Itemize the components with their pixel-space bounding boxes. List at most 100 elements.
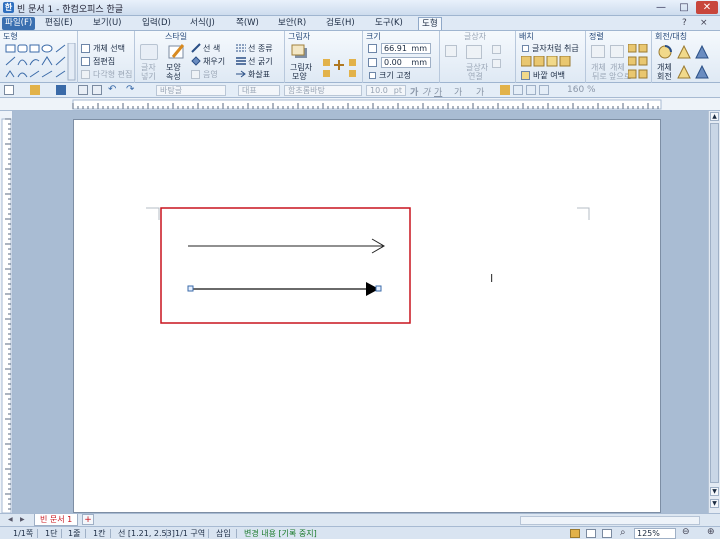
- vertical-ruler[interactable]: [0, 111, 13, 514]
- text-cursor: I: [490, 272, 494, 285]
- selection-handle-end[interactable]: [375, 285, 382, 292]
- window-title: 빈 문서 1 - 한컴오피스 한글: [17, 5, 124, 15]
- fill-button[interactable]: 채우기: [203, 56, 225, 67]
- arrow-style-icon: [236, 70, 246, 78]
- status-column: 1칸: [93, 529, 106, 538]
- document-tab[interactable]: 빈 문서 1: [34, 514, 79, 526]
- language-select[interactable]: 대표: [238, 85, 280, 96]
- align-justify-icon[interactable]: [500, 85, 510, 95]
- status-track-changes[interactable]: 변경 내용 [기록 중지]: [244, 528, 317, 539]
- view-two-page-icon[interactable]: [586, 529, 596, 538]
- status-area: 1/1 구역: [175, 529, 206, 538]
- arrow-shape-filled-head[interactable]: [187, 282, 382, 296]
- ruler-ticks: [72, 99, 662, 110]
- maximize-button[interactable]: □: [673, 1, 695, 14]
- highlight-box: [160, 207, 411, 324]
- menu-format[interactable]: 서식(J): [190, 17, 215, 30]
- group-textbox: 글상자 글상자 연결: [440, 31, 516, 83]
- shape-gallery[interactable]: [4, 43, 76, 81]
- align-icons[interactable]: [628, 44, 648, 80]
- menu-file[interactable]: 파일(F): [2, 17, 36, 30]
- align-right-icon[interactable]: [526, 85, 536, 95]
- add-tab-button[interactable]: +: [82, 514, 94, 525]
- menu-edit[interactable]: 편집(E): [45, 17, 73, 30]
- redo-icon[interactable]: ↷: [126, 85, 136, 95]
- effect-icon: [191, 70, 200, 79]
- status-pages: 1/1쪽: [13, 529, 34, 538]
- scroll-down-icon[interactable]: ▼: [710, 487, 719, 496]
- line-width-button[interactable]: 선 굵기: [248, 56, 273, 67]
- rotate-label2: 회전: [657, 72, 672, 81]
- zoom-icon[interactable]: ⌕: [620, 527, 626, 538]
- align-center-icon[interactable]: [539, 85, 549, 95]
- close-button[interactable]: ✕: [696, 1, 718, 14]
- status-sep: [37, 529, 38, 538]
- print-icon[interactable]: [92, 85, 102, 95]
- menu-insert[interactable]: 입력(D): [142, 17, 171, 30]
- horizontal-scrollbar[interactable]: [520, 516, 700, 525]
- treat-as-char-checkbox[interactable]: [522, 45, 529, 52]
- align-left-icon[interactable]: [513, 85, 523, 95]
- style-select[interactable]: 바탕글: [156, 85, 226, 96]
- zoom-select[interactable]: 125%: [634, 528, 676, 539]
- font-select[interactable]: 함초롬바탕: [284, 85, 362, 96]
- tab-scroll-left-icon[interactable]: ◀: [8, 516, 13, 523]
- vertical-scrollbar[interactable]: ▲ ▼ ▼: [708, 111, 720, 513]
- effect-button[interactable]: 음영: [203, 69, 218, 80]
- line-type-button[interactable]: 선 종류: [248, 43, 273, 54]
- print-preview-icon[interactable]: [78, 85, 88, 95]
- shadow-nudge-icons[interactable]: [321, 55, 361, 79]
- ribbon: 도형 개체 선택 점편집 다각형 편집 스타일 글자 넣기 모양 속성 선 색 …: [0, 31, 720, 83]
- arrow-shape-open-head[interactable]: [188, 238, 385, 254]
- object-select-button[interactable]: 개체 선택: [93, 43, 125, 54]
- highlight-button[interactable]: 가: [476, 85, 484, 98]
- underline-button[interactable]: 가: [434, 85, 442, 98]
- line-spacing-value[interactable]: 160 %: [567, 85, 596, 95]
- zoom-in-icon[interactable]: ⊕: [707, 527, 715, 537]
- width-input[interactable]: 66.91 mm: [381, 43, 431, 54]
- arrow-style-button[interactable]: 화살표: [248, 69, 270, 80]
- ribbon-close-button[interactable]: ×: [700, 18, 708, 28]
- menu-view[interactable]: 보기(U): [93, 17, 122, 30]
- line-color-button[interactable]: 선 색: [203, 43, 220, 54]
- menu-page[interactable]: 쪽(W): [236, 17, 259, 30]
- menu-security[interactable]: 보안(R): [278, 17, 306, 30]
- undo-icon[interactable]: ↶: [108, 85, 118, 95]
- points-edit-button[interactable]: 점편집: [93, 56, 115, 67]
- font-color-button[interactable]: 가: [454, 85, 462, 98]
- height-input[interactable]: 0.00 mm: [381, 57, 431, 68]
- font-size-input[interactable]: 10.0 pt: [366, 85, 406, 96]
- status-insert-mode[interactable]: 삽입: [216, 528, 231, 539]
- menu-review[interactable]: 검토(H): [326, 17, 355, 30]
- bold-button[interactable]: 가: [410, 85, 418, 98]
- group-shadow: 그림자 그림자 모양: [285, 31, 363, 83]
- horizontal-ruler[interactable]: [0, 98, 720, 111]
- help-button[interactable]: ?: [682, 18, 687, 28]
- view-page-icon[interactable]: [570, 529, 580, 538]
- italic-button[interactable]: 가: [422, 85, 430, 98]
- tab-scroll-right-icon[interactable]: ▶: [20, 516, 25, 523]
- zoom-out-icon[interactable]: ⊖: [682, 527, 690, 537]
- open-folder-icon[interactable]: [30, 85, 40, 95]
- group-size: 크기 66.91 mm 0.00 mm 크기 고정: [363, 31, 440, 83]
- flip-icons[interactable]: [676, 44, 718, 80]
- selection-handle-start[interactable]: [187, 285, 194, 292]
- group-rotate-title: 회전/대칭: [655, 32, 688, 41]
- menu-tools[interactable]: 도구(K): [375, 17, 403, 30]
- new-document-icon[interactable]: [4, 85, 14, 95]
- scroll-up-icon[interactable]: ▲: [710, 112, 719, 121]
- fix-size-checkbox[interactable]: [369, 72, 376, 79]
- textbox-opt1-icon: [492, 45, 501, 54]
- pen-icon: [168, 44, 185, 59]
- document-page[interactable]: I: [73, 119, 661, 513]
- save-icon[interactable]: [56, 85, 66, 95]
- menu-shape-tab[interactable]: 도형: [418, 17, 442, 30]
- scroll-next-page-icon[interactable]: ▼: [710, 499, 719, 508]
- polygon-edit-button[interactable]: 다각형 편집: [93, 69, 132, 80]
- view-draft-icon[interactable]: [602, 529, 612, 538]
- outer-margin-button[interactable]: 바깥 여백: [533, 70, 565, 81]
- textbox-connect-icon: [466, 45, 482, 59]
- scroll-thumb[interactable]: [710, 123, 719, 483]
- minimize-button[interactable]: —: [650, 1, 672, 14]
- wrap-style-icons[interactable]: [521, 56, 573, 67]
